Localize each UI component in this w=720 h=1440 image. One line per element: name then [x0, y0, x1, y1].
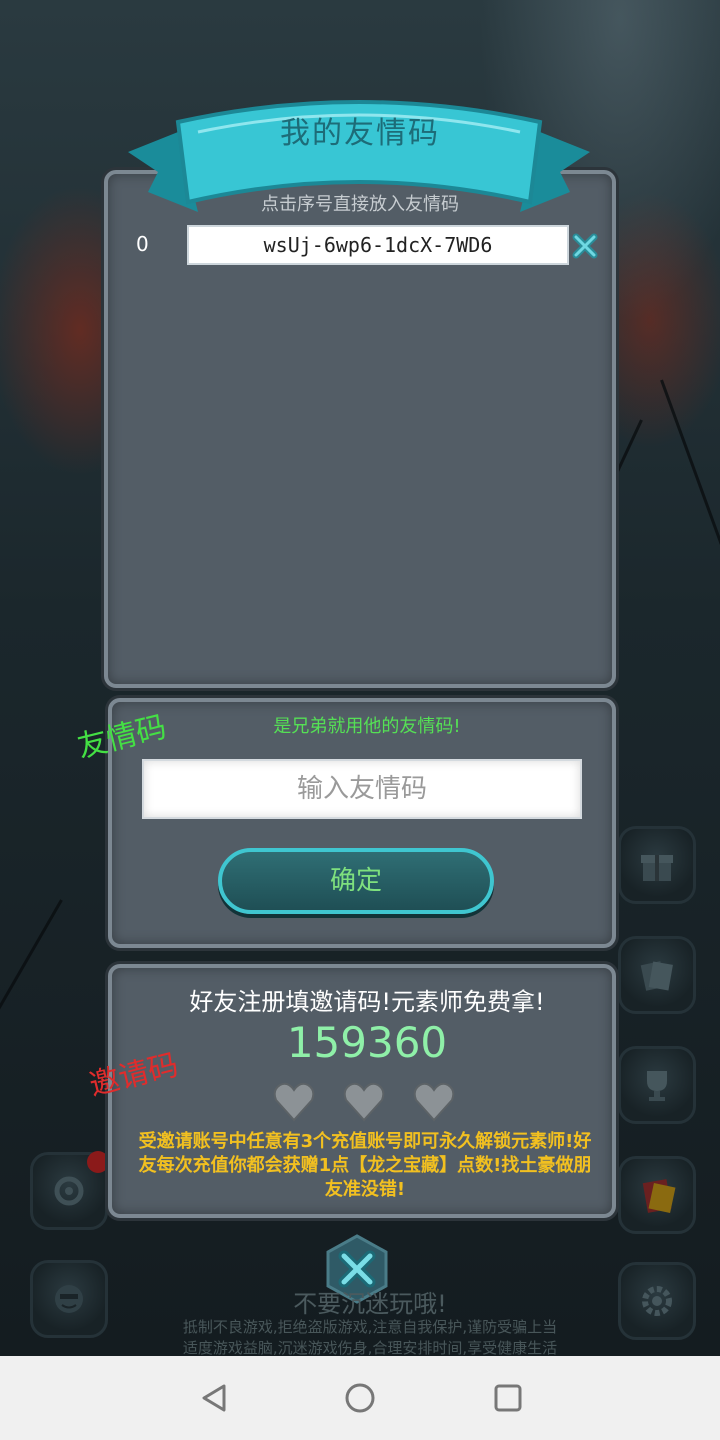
footer-notice-line2: 适度游戏益脑,沉迷游戏伤身,合理安排时间,享受健康生活 — [182, 1339, 558, 1357]
tree-branch — [660, 379, 720, 625]
code-hint: 点击序号直接放入友情码 — [261, 194, 459, 215]
my-code-field[interactable]: wsUj-6wp6-1dcX-7WD6 — [187, 225, 569, 265]
back-icon[interactable] — [194, 1378, 234, 1418]
notification-dot-icon — [87, 1151, 109, 1173]
system-navigation-bar — [0, 1356, 720, 1440]
invite-title: 好友注册填邀请码!元素师免费拿! — [189, 988, 545, 1016]
heart-icon — [413, 1082, 455, 1122]
recents-icon[interactable] — [488, 1378, 528, 1418]
dragon-icon[interactable] — [30, 1151, 109, 1230]
home-icon[interactable] — [340, 1378, 380, 1418]
invite-code-value: 159360 — [286, 1018, 448, 1067]
friend-code-hint: 是兄弟就用他的友情码! — [273, 716, 461, 737]
page-title: 我的友情码 — [280, 116, 440, 151]
heart-icon — [273, 1082, 315, 1122]
code-index[interactable]: 0 — [136, 232, 149, 256]
heart-icon — [343, 1082, 385, 1122]
footer-notice-line1: 抵制不良游戏,拒绝盗版游戏,注意自我保护,谨防受骗上当 — [182, 1318, 558, 1336]
friend-code-input[interactable]: 输入友情码 — [142, 759, 582, 819]
delete-code-icon[interactable] — [572, 233, 598, 259]
invite-reward-text: 受邀请账号中任意有3个充值账号即可永久解锁元素师!好友每次充值你都会获赠1点【龙… — [138, 1131, 592, 1200]
confirm-button[interactable]: 确定 — [218, 848, 494, 914]
gift-icon[interactable] — [618, 826, 696, 904]
red-envelope-icon[interactable] — [618, 1156, 696, 1234]
footer-warning: 不要沉迷玩哦! — [293, 1290, 447, 1318]
